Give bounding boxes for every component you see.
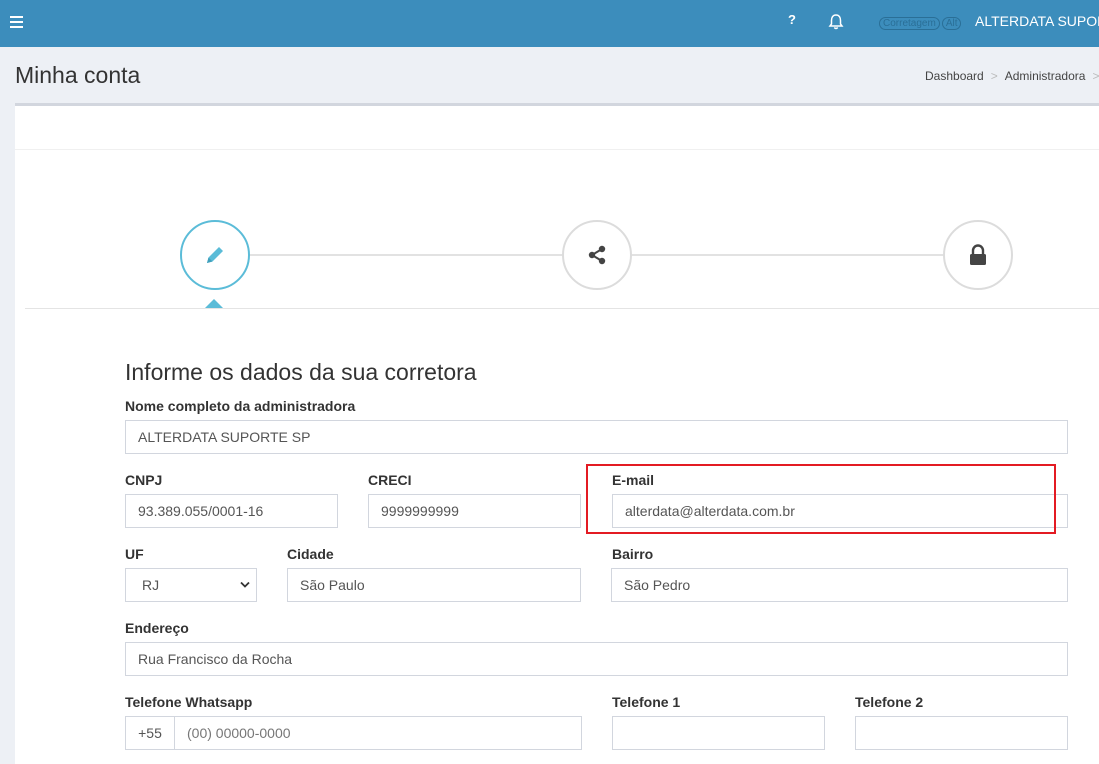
cnpj-label: CNPJ <box>125 472 163 488</box>
bairro-label: Bairro <box>612 546 654 562</box>
full-name-label: Nome completo da administradora <box>125 398 356 414</box>
form-title: Informe os dados da sua corretora <box>125 359 477 385</box>
main-panel: Informe os dados da sua corretora Nome c… <box>15 103 1099 764</box>
active-step-indicator <box>205 299 223 308</box>
step-security[interactable] <box>943 220 1013 290</box>
step-social[interactable] <box>562 220 632 290</box>
breadcrumb: Dashboard > Administradora > <box>925 69 1099 83</box>
help-icon[interactable]: ? <box>788 12 796 27</box>
top-navbar: ? CorretagemAlt ALTERDATA SUPORTE SP <box>0 0 1099 47</box>
cidade-input[interactable] <box>287 568 581 602</box>
bell-icon[interactable] <box>826 12 846 32</box>
creci-input[interactable] <box>368 494 581 528</box>
breadcrumb-separator: > <box>1092 69 1099 83</box>
uf-select[interactable]: RJ <box>125 568 257 602</box>
country-code-addon: +55 <box>125 716 175 750</box>
step-connector <box>632 254 947 256</box>
brand-logo: Corretagem Alt <box>877 17 962 30</box>
email-highlight-box <box>586 464 1056 534</box>
cnpj-input[interactable] <box>125 494 338 528</box>
uf-selected-value: RJ <box>142 577 160 593</box>
brand-badge: Alt <box>941 17 962 30</box>
full-name-input[interactable] <box>125 420 1068 454</box>
bairro-input[interactable] <box>611 568 1068 602</box>
page-title: Minha conta <box>15 62 141 88</box>
uf-label: UF <box>125 546 144 562</box>
share-icon <box>588 245 606 265</box>
endereco-label: Endereço <box>125 620 189 636</box>
user-menu[interactable]: ALTERDATA SUPORTE SP <box>975 13 1099 29</box>
step-connector <box>250 254 565 256</box>
whatsapp-input[interactable] <box>174 716 582 750</box>
hamburger-menu-icon[interactable] <box>10 13 32 33</box>
telefone2-input[interactable] <box>855 716 1068 750</box>
endereco-input[interactable] <box>125 642 1068 676</box>
breadcrumb-separator: > <box>990 69 998 83</box>
lock-icon <box>970 244 986 265</box>
creci-label: CRECI <box>368 472 412 488</box>
pencil-icon <box>207 247 223 263</box>
step-company-data[interactable] <box>180 220 250 290</box>
panel-header <box>15 106 1099 150</box>
brand-text: Corretagem <box>879 17 940 30</box>
steps-divider <box>25 308 1099 309</box>
telefone2-label: Telefone 2 <box>855 694 924 710</box>
telefone1-label: Telefone 1 <box>612 694 681 710</box>
breadcrumb-dashboard[interactable]: Dashboard <box>925 69 984 83</box>
telefone1-input[interactable] <box>612 716 825 750</box>
whatsapp-label: Telefone Whatsapp <box>125 694 253 710</box>
cidade-label: Cidade <box>287 546 334 562</box>
breadcrumb-administradora[interactable]: Administradora <box>1005 69 1086 83</box>
chevron-down-icon <box>240 581 250 588</box>
